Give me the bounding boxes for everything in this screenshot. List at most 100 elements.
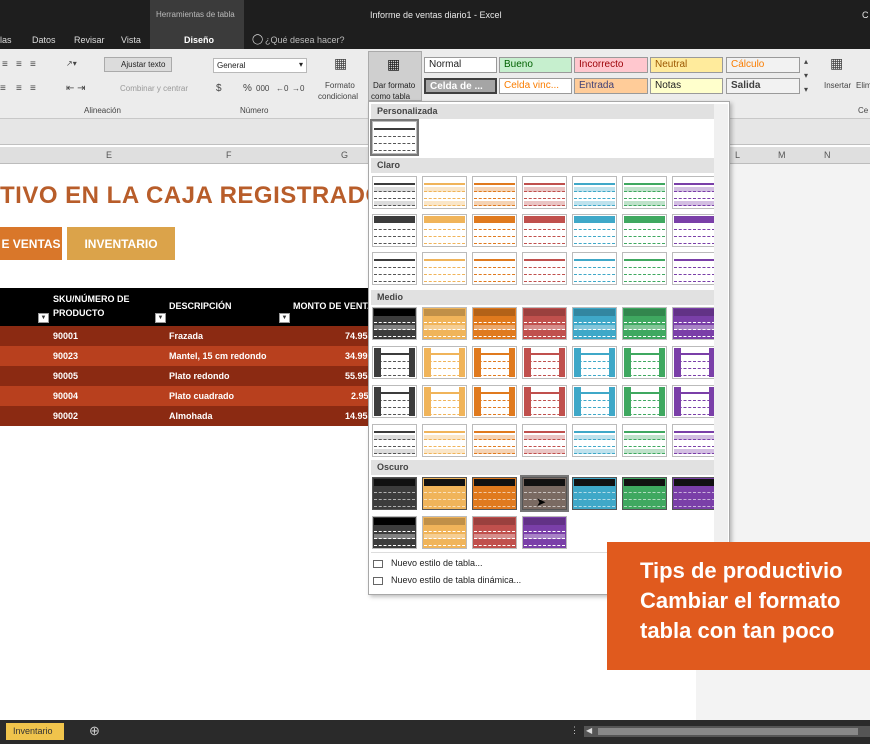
- table-style-swatch[interactable]: [622, 346, 667, 379]
- table-style-swatch[interactable]: [572, 477, 617, 510]
- table-style-swatch[interactable]: [372, 176, 417, 209]
- table-style-swatch[interactable]: [372, 477, 417, 510]
- table-style-swatch[interactable]: [472, 214, 517, 247]
- table-style-swatch[interactable]: [522, 424, 567, 457]
- table-style-swatch[interactable]: [372, 307, 417, 340]
- align-bottom-icon[interactable]: ≡: [30, 59, 36, 70]
- column-header-g[interactable]: G: [341, 150, 348, 160]
- table-style-swatch[interactable]: [522, 385, 567, 418]
- align-middle-icon[interactable]: ≡: [16, 59, 22, 70]
- style-bueno[interactable]: Bueno: [499, 57, 572, 73]
- wrap-text-button[interactable]: Ajustar texto: [104, 57, 172, 72]
- table-style-swatch[interactable]: [422, 516, 467, 549]
- orientation-icon[interactable]: ↗▾: [66, 59, 77, 68]
- table-style-gallery[interactable]: Personalizada Claro Medio Oscuro Nuevo e…: [368, 101, 730, 595]
- table-row[interactable]: 90001 Frazada 74.95: [0, 326, 370, 346]
- table-style-swatch[interactable]: [472, 385, 517, 418]
- table-style-swatch[interactable]: [522, 252, 567, 285]
- table-style-swatch[interactable]: [622, 477, 667, 510]
- conditional-format-icon[interactable]: ▦: [334, 55, 347, 72]
- tab-vista[interactable]: Vista: [121, 35, 141, 45]
- filter-dropdown-icon[interactable]: ▼: [38, 313, 49, 323]
- table-style-swatch[interactable]: [622, 385, 667, 418]
- tab-diseno[interactable]: Diseño: [184, 35, 214, 45]
- style-entrada[interactable]: Entrada: [574, 78, 648, 94]
- styles-more-icon[interactable]: ▾: [804, 85, 808, 94]
- table-style-swatch[interactable]: [370, 119, 419, 156]
- align-right-icon[interactable]: ≡: [30, 83, 36, 94]
- table-style-swatch[interactable]: [622, 424, 667, 457]
- add-sheet-button[interactable]: ⊕: [89, 723, 100, 739]
- table-style-swatch[interactable]: [472, 252, 517, 285]
- sheet-tab-inventario[interactable]: Inventario: [6, 723, 64, 740]
- table-style-swatch[interactable]: [472, 176, 517, 209]
- filter-dropdown-icon[interactable]: ▼: [279, 313, 290, 323]
- table-style-swatch[interactable]: [572, 424, 617, 457]
- table-style-swatch[interactable]: [422, 477, 467, 510]
- style-celda-de-comprobacion[interactable]: Celda de ...: [424, 78, 497, 94]
- style-incorrecto[interactable]: Incorrecto: [574, 57, 648, 73]
- align-center-icon[interactable]: ≡: [16, 83, 22, 94]
- table-style-swatch[interactable]: [522, 346, 567, 379]
- decrease-decimal-icon[interactable]: →0: [292, 84, 304, 93]
- table-style-swatch[interactable]: [522, 176, 567, 209]
- tab-formulas[interactable]: las: [0, 35, 12, 45]
- filter-dropdown-icon[interactable]: ▼: [155, 313, 166, 323]
- table-style-swatch[interactable]: [422, 252, 467, 285]
- table-row[interactable]: 90005 Plato redondo 55.95: [0, 366, 370, 386]
- insert-cells-icon[interactable]: ▦: [830, 55, 843, 72]
- column-header-f[interactable]: F: [226, 150, 232, 160]
- splitter-handle-icon[interactable]: ⋮: [570, 725, 579, 736]
- conditional-format-label2[interactable]: condicional: [318, 92, 358, 101]
- new-pivot-style-item[interactable]: Nuevo estilo de tabla dinámica...: [373, 575, 521, 591]
- new-table-style-item[interactable]: Nuevo estilo de tabla...: [373, 558, 483, 574]
- merge-center-label[interactable]: Combinar y centrar: [120, 84, 188, 93]
- column-header-m[interactable]: M: [778, 150, 786, 160]
- table-style-swatch[interactable]: [422, 214, 467, 247]
- styles-scroll-up-icon[interactable]: ▴: [804, 57, 808, 66]
- currency-button[interactable]: $: [216, 83, 222, 94]
- scroll-left-icon[interactable]: ◀: [586, 726, 592, 735]
- account-initial[interactable]: C: [862, 10, 869, 20]
- table-style-swatch[interactable]: [572, 252, 617, 285]
- table-style-swatch[interactable]: [522, 214, 567, 247]
- horizontal-scrollbar[interactable]: ◀: [584, 726, 870, 737]
- conditional-format-label[interactable]: Formato: [325, 81, 355, 90]
- table-style-swatch[interactable]: [572, 385, 617, 418]
- table-style-swatch[interactable]: [372, 346, 417, 379]
- table-style-swatch[interactable]: [572, 307, 617, 340]
- table-style-swatch[interactable]: [472, 307, 517, 340]
- style-notas[interactable]: Notas: [650, 78, 723, 94]
- table-style-swatch[interactable]: [672, 252, 717, 285]
- style-calculo[interactable]: Cálculo: [726, 57, 800, 73]
- table-row[interactable]: 90023 Mantel, 15 cm redondo 34.99: [0, 346, 370, 366]
- table-style-swatch[interactable]: [372, 516, 417, 549]
- table-style-swatch[interactable]: [672, 477, 717, 510]
- table-style-swatch[interactable]: [672, 307, 717, 340]
- column-header-l[interactable]: L: [735, 150, 740, 160]
- increase-decimal-icon[interactable]: ←0: [276, 84, 288, 93]
- scrollbar-thumb[interactable]: [598, 728, 858, 735]
- styles-scroll-down-icon[interactable]: ▾: [804, 71, 808, 80]
- inventario-button[interactable]: INVENTARIO: [67, 227, 175, 260]
- table-style-swatch[interactable]: [572, 176, 617, 209]
- table-style-swatch[interactable]: [472, 424, 517, 457]
- align-left-icon[interactable]: ≡: [0, 83, 6, 94]
- ventas-button[interactable]: E VENTAS: [0, 227, 62, 260]
- gallery-scrollbar[interactable]: [714, 104, 728, 592]
- table-style-swatch[interactable]: [422, 385, 467, 418]
- table-style-swatch[interactable]: [522, 307, 567, 340]
- delete-cells-label[interactable]: Elim: [856, 81, 870, 90]
- thousands-button[interactable]: 000: [256, 84, 269, 93]
- table-style-swatch[interactable]: [672, 424, 717, 457]
- table-style-swatch[interactable]: [572, 346, 617, 379]
- style-neutral[interactable]: Neutral: [650, 57, 723, 73]
- table-style-swatch[interactable]: [422, 307, 467, 340]
- table-row[interactable]: 90002 Almohada 14.95: [0, 406, 370, 426]
- number-format-select[interactable]: General ▾: [213, 58, 307, 73]
- table-style-swatch[interactable]: [672, 385, 717, 418]
- table-style-swatch[interactable]: [372, 252, 417, 285]
- percent-button[interactable]: %: [243, 83, 252, 94]
- table-style-swatch[interactable]: [622, 252, 667, 285]
- align-top-icon[interactable]: ≡: [2, 59, 8, 70]
